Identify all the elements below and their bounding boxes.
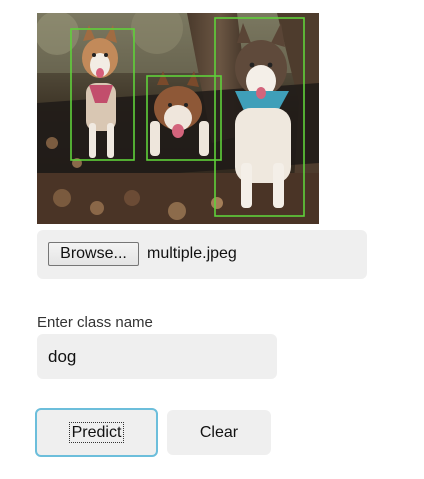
dogs-photo [37,13,319,224]
browse-button[interactable]: Browse... [48,242,139,266]
predict-button-label: Predict [68,422,125,443]
class-name-input[interactable]: dog [37,334,277,379]
class-name-label: Enter class name [37,314,153,331]
predict-button[interactable]: Predict [35,408,158,457]
clear-button[interactable]: Clear [167,410,271,455]
app-root: Browse... multiple.jpeg Enter class name… [0,0,424,479]
selected-file-name: multiple.jpeg [147,245,237,262]
file-picker: Browse... multiple.jpeg [37,230,367,279]
